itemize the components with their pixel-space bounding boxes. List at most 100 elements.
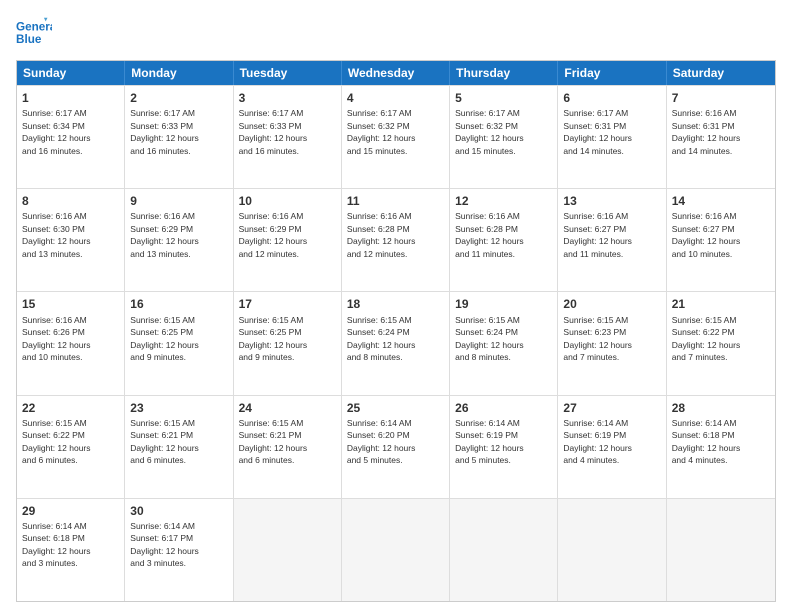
cal-cell xyxy=(450,499,558,601)
cal-cell: 29 Sunrise: 6:14 AMSunset: 6:18 PMDayligh… xyxy=(17,499,125,601)
cal-cell: 12 Sunrise: 6:16 AMSunset: 6:28 PMDayligh… xyxy=(450,189,558,291)
day-info: Sunrise: 6:16 AMSunset: 6:31 PMDaylight:… xyxy=(672,108,741,155)
day-number: 9 xyxy=(130,193,227,209)
day-info: Sunrise: 6:16 AMSunset: 6:28 PMDaylight:… xyxy=(347,211,416,258)
cal-cell: 3 Sunrise: 6:17 AMSunset: 6:33 PMDaylight… xyxy=(234,86,342,188)
day-info: Sunrise: 6:14 AMSunset: 6:18 PMDaylight:… xyxy=(672,418,741,465)
day-number: 19 xyxy=(455,296,552,312)
day-number: 6 xyxy=(563,90,660,106)
header-thursday: Thursday xyxy=(450,61,558,85)
cal-cell: 4 Sunrise: 6:17 AMSunset: 6:32 PMDaylight… xyxy=(342,86,450,188)
day-info: Sunrise: 6:15 AMSunset: 6:24 PMDaylight:… xyxy=(347,315,416,362)
day-number: 4 xyxy=(347,90,444,106)
cal-cell: 28 Sunrise: 6:14 AMSunset: 6:18 PMDayligh… xyxy=(667,396,775,498)
day-info: Sunrise: 6:17 AMSunset: 6:33 PMDaylight:… xyxy=(130,108,199,155)
cal-cell xyxy=(234,499,342,601)
svg-text:General: General xyxy=(16,20,52,33)
day-number: 28 xyxy=(672,400,770,416)
day-number: 21 xyxy=(672,296,770,312)
cal-cell: 9Sunrise: 6:16 AMSunset: 6:29 PMDaylight… xyxy=(125,189,233,291)
day-number: 14 xyxy=(672,193,770,209)
day-number: 23 xyxy=(130,400,227,416)
calendar: Sunday Monday Tuesday Wednesday Thursday… xyxy=(16,60,776,602)
header-tuesday: Tuesday xyxy=(234,61,342,85)
day-number: 3 xyxy=(239,90,336,106)
day-info: Sunrise: 6:14 AMSunset: 6:19 PMDaylight:… xyxy=(455,418,524,465)
cal-cell xyxy=(558,499,666,601)
day-number: 11 xyxy=(347,193,444,209)
day-number: 8 xyxy=(22,193,119,209)
cal-cell: 23 Sunrise: 6:15 AMSunset: 6:21 PMDayligh… xyxy=(125,396,233,498)
calendar-header: Sunday Monday Tuesday Wednesday Thursday… xyxy=(17,61,775,85)
cal-cell: 11 Sunrise: 6:16 AMSunset: 6:28 PMDayligh… xyxy=(342,189,450,291)
cal-cell: 16Sunrise: 6:15 AMSunset: 6:25 PMDayligh… xyxy=(125,292,233,394)
cal-cell: 5 Sunrise: 6:17 AMSunset: 6:32 PMDaylight… xyxy=(450,86,558,188)
cal-cell: 13Sunrise: 6:16 AMSunset: 6:27 PMDayligh… xyxy=(558,189,666,291)
header-monday: Monday xyxy=(125,61,233,85)
day-number: 15 xyxy=(22,296,119,312)
logo-icon: General Blue xyxy=(16,16,52,52)
day-number: 12 xyxy=(455,193,552,209)
header: General Blue xyxy=(16,16,776,52)
day-number: 10 xyxy=(239,193,336,209)
day-number: 29 xyxy=(22,503,119,519)
day-number: 7 xyxy=(672,90,770,106)
day-number: 27 xyxy=(563,400,660,416)
day-info: Sunrise: 6:16 AMSunset: 6:27 PMDaylight:… xyxy=(672,211,741,258)
day-info: Sunrise: 6:16 AMSunset: 6:30 PMDaylight:… xyxy=(22,211,91,258)
day-info: Sunrise: 6:16 AMSunset: 6:29 PMDaylight:… xyxy=(239,211,308,258)
day-number: 20 xyxy=(563,296,660,312)
calendar-row: 29 Sunrise: 6:14 AMSunset: 6:18 PMDayligh… xyxy=(17,498,775,601)
day-info: Sunrise: 6:17 AMSunset: 6:32 PMDaylight:… xyxy=(455,108,524,155)
day-info: Sunrise: 6:15 AMSunset: 6:21 PMDaylight:… xyxy=(130,418,199,465)
header-friday: Friday xyxy=(558,61,666,85)
calendar-row: 22Sunrise: 6:15 AMSunset: 6:22 PMDayligh… xyxy=(17,395,775,498)
day-number: 5 xyxy=(455,90,552,106)
day-info: Sunrise: 6:17 AMSunset: 6:33 PMDaylight:… xyxy=(239,108,308,155)
day-info: Sunrise: 6:16 AMSunset: 6:26 PMDaylight:… xyxy=(22,315,91,362)
header-saturday: Saturday xyxy=(667,61,775,85)
cal-cell: 20 Sunrise: 6:15 AMSunset: 6:23 PMDayligh… xyxy=(558,292,666,394)
cal-cell xyxy=(342,499,450,601)
header-sunday: Sunday xyxy=(17,61,125,85)
day-number: 17 xyxy=(239,296,336,312)
cal-cell: 19Sunrise: 6:15 AMSunset: 6:24 PMDayligh… xyxy=(450,292,558,394)
day-number: 25 xyxy=(347,400,444,416)
day-info: Sunrise: 6:17 AMSunset: 6:31 PMDaylight:… xyxy=(563,108,632,155)
day-number: 26 xyxy=(455,400,552,416)
cal-cell: 10 Sunrise: 6:16 AMSunset: 6:29 PMDayligh… xyxy=(234,189,342,291)
day-number: 30 xyxy=(130,503,227,519)
day-info: Sunrise: 6:14 AMSunset: 6:18 PMDaylight:… xyxy=(22,521,91,568)
day-info: Sunrise: 6:15 AMSunset: 6:21 PMDaylight:… xyxy=(239,418,308,465)
cal-cell: 26 Sunrise: 6:14 AMSunset: 6:19 PMDayligh… xyxy=(450,396,558,498)
day-number: 1 xyxy=(22,90,119,106)
cal-cell: 2 Sunrise: 6:17 AMSunset: 6:33 PMDaylight… xyxy=(125,86,233,188)
day-info: Sunrise: 6:15 AMSunset: 6:23 PMDaylight:… xyxy=(563,315,632,362)
day-info: Sunrise: 6:17 AMSunset: 6:34 PMDaylight:… xyxy=(22,108,91,155)
cal-cell: 27Sunrise: 6:14 AMSunset: 6:19 PMDayligh… xyxy=(558,396,666,498)
day-info: Sunrise: 6:15 AMSunset: 6:22 PMDaylight:… xyxy=(22,418,91,465)
calendar-body: 1 Sunrise: 6:17 AMSunset: 6:34 PMDaylight… xyxy=(17,85,775,601)
cal-cell: 30Sunrise: 6:14 AMSunset: 6:17 PMDayligh… xyxy=(125,499,233,601)
cal-cell: 7 Sunrise: 6:16 AMSunset: 6:31 PMDaylight… xyxy=(667,86,775,188)
day-number: 24 xyxy=(239,400,336,416)
svg-text:Blue: Blue xyxy=(16,33,42,46)
cal-cell: 22Sunrise: 6:15 AMSunset: 6:22 PMDayligh… xyxy=(17,396,125,498)
cal-cell: 21Sunrise: 6:15 AMSunset: 6:22 PMDayligh… xyxy=(667,292,775,394)
day-number: 2 xyxy=(130,90,227,106)
day-info: Sunrise: 6:17 AMSunset: 6:32 PMDaylight:… xyxy=(347,108,416,155)
cal-cell: 24 Sunrise: 6:15 AMSunset: 6:21 PMDayligh… xyxy=(234,396,342,498)
cal-cell: 17 Sunrise: 6:15 AMSunset: 6:25 PMDayligh… xyxy=(234,292,342,394)
cal-cell: 15 Sunrise: 6:16 AMSunset: 6:26 PMDayligh… xyxy=(17,292,125,394)
day-info: Sunrise: 6:15 AMSunset: 6:25 PMDaylight:… xyxy=(239,315,308,362)
page: General Blue Sunday Monday Tuesday Wedne… xyxy=(0,0,792,612)
day-info: Sunrise: 6:16 AMSunset: 6:28 PMDaylight:… xyxy=(455,211,524,258)
day-info: Sunrise: 6:14 AMSunset: 6:20 PMDaylight:… xyxy=(347,418,416,465)
calendar-row: 8 Sunrise: 6:16 AMSunset: 6:30 PMDaylight… xyxy=(17,188,775,291)
calendar-row: 1 Sunrise: 6:17 AMSunset: 6:34 PMDaylight… xyxy=(17,85,775,188)
day-number: 13 xyxy=(563,193,660,209)
cal-cell: 8 Sunrise: 6:16 AMSunset: 6:30 PMDaylight… xyxy=(17,189,125,291)
day-info: Sunrise: 6:15 AMSunset: 6:25 PMDaylight:… xyxy=(130,315,199,362)
cal-cell: 14 Sunrise: 6:16 AMSunset: 6:27 PMDayligh… xyxy=(667,189,775,291)
logo: General Blue xyxy=(16,16,52,52)
